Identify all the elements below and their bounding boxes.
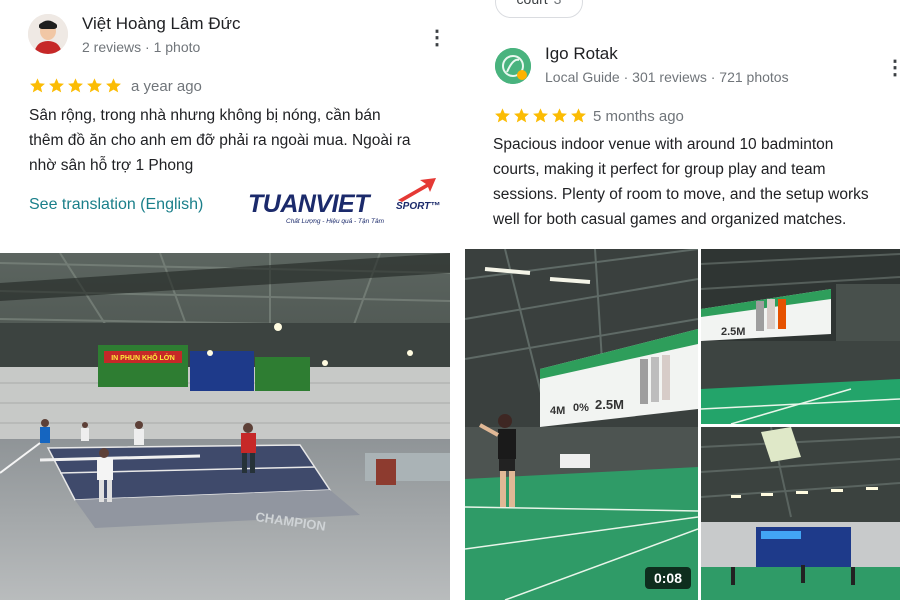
star-icon: [533, 108, 548, 123]
review-photo[interactable]: IN PHUN KHỔ LỚN CHAMPION: [0, 253, 450, 600]
review-date: a year ago: [131, 78, 202, 95]
chip-count: 3: [554, 0, 562, 7]
star-icon: [514, 108, 529, 123]
reviewer-meta: 2 reviews · 1 photo: [82, 39, 201, 55]
review-text-line: Sân rộng, trong nhà nhưng không bị nóng,…: [29, 107, 381, 124]
filter-chip-court[interactable]: court 3: [495, 0, 583, 18]
logo-sport: SPORT™: [396, 201, 441, 212]
review-text-line: nhờ sân hỗ trợ 1 Phong: [29, 157, 194, 174]
more-vert-icon[interactable]: ⋮: [885, 58, 900, 78]
banner-value: 0%: [573, 402, 589, 414]
reviewer-avatar[interactable]: [495, 48, 531, 84]
tuanviet-sport-logo: TUANVIET SPORT™ Chất Lượng - Hiệu quả - …: [246, 178, 442, 232]
star-icon: [87, 78, 102, 93]
review-date: 5 months ago: [593, 108, 684, 125]
see-translation-link[interactable]: See translation (English): [29, 196, 203, 214]
star-icon: [30, 78, 45, 93]
banner-value: 4M: [550, 405, 565, 417]
logo-slogan: Chất Lượng - Hiệu quả - Tận Tâm: [286, 218, 385, 225]
reviewer-name[interactable]: Việt Hoàng Lâm Đức: [82, 14, 240, 34]
review-text-line: sessions. Plenty of room to move, and th…: [493, 186, 869, 203]
review-text-line: well for both casual games and organized…: [493, 211, 847, 228]
star-icon: [495, 108, 510, 123]
reviewer-meta: Local Guide · 301 reviews · 721 photos: [545, 69, 789, 85]
star-icon: [49, 78, 64, 93]
star-rating: [494, 107, 587, 124]
star-icon: [571, 108, 586, 123]
reviewer-name[interactable]: Igo Rotak: [545, 44, 618, 64]
review-text-line: Spacious indoor venue with around 10 bad…: [493, 136, 834, 153]
banner-value: 2.5M: [721, 326, 745, 338]
review-text-line: courts, making it perfect for group play…: [493, 161, 826, 178]
video-duration: 0:08: [645, 567, 691, 589]
review-photo[interactable]: [701, 427, 900, 600]
chip-label: court: [517, 0, 548, 7]
banner-text: IN PHUN KHỔ LỚN: [111, 353, 175, 362]
review-photo[interactable]: 2.5M: [701, 249, 900, 424]
review-video-thumbnail[interactable]: 4M 0% 2.5M: [465, 249, 698, 600]
review-text-line: thêm đồ ăn cho anh em đỡ phải ra ngoài m…: [29, 132, 411, 149]
star-rating: [29, 77, 122, 94]
more-vert-icon[interactable]: ⋮: [427, 28, 447, 48]
review-text: Spacious indoor venue with around 10 bad…: [493, 132, 900, 232]
banner-value: 2.5M: [595, 397, 624, 412]
logo-wordmark: TUANVIET: [248, 190, 370, 218]
review-text: Sân rộng, trong nhà nhưng không bị nóng,…: [29, 103, 449, 178]
right-review-card: court 3 Igo Rotak Local Guide · 301 revi…: [465, 0, 900, 600]
star-icon: [106, 78, 121, 93]
star-icon: [68, 78, 83, 93]
star-icon: [552, 108, 567, 123]
reviewer-avatar[interactable]: [28, 14, 68, 54]
left-review-card: Việt Hoàng Lâm Đức 2 reviews · 1 photo ⋮…: [0, 0, 450, 600]
